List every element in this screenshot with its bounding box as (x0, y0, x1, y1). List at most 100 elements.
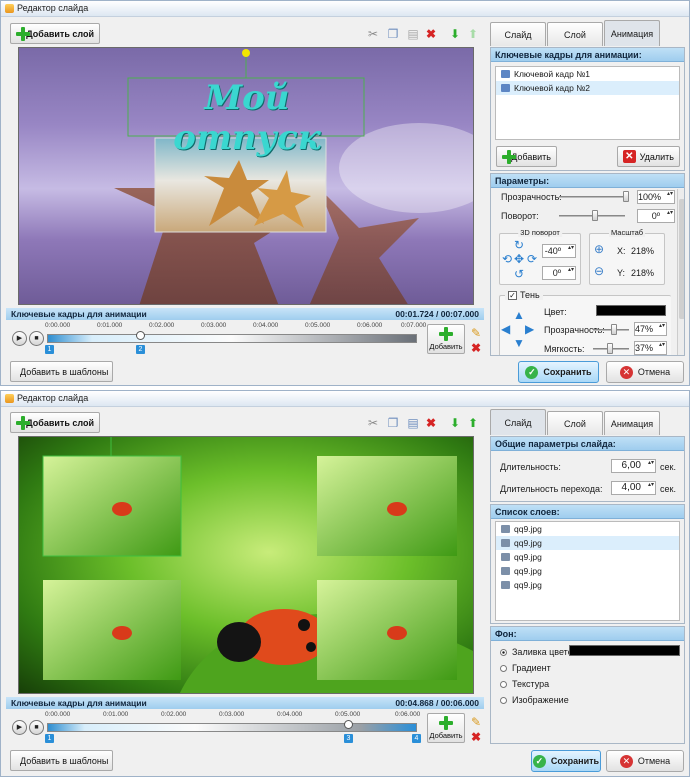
list-item[interactable]: qq9.jpg (496, 536, 679, 550)
copy-icon[interactable]: ❐ (385, 26, 401, 42)
play-button[interactable]: ▶ (12, 331, 27, 346)
shadow-right-icon[interactable]: ▶ (525, 322, 534, 336)
delete-icon[interactable]: ✖ (423, 415, 439, 431)
rotation-slider[interactable] (559, 210, 625, 221)
tab-slide[interactable]: Слайд (490, 22, 546, 46)
timeline-track[interactable] (47, 723, 417, 732)
rotate-down-icon[interactable]: ↺ (514, 267, 524, 281)
radio-icon[interactable] (500, 649, 507, 657)
add-keyframe-button[interactable]: Добавить (496, 146, 557, 167)
tab-layer[interactable]: Слой (547, 411, 603, 435)
softness-slider[interactable] (593, 343, 629, 354)
parameters-scrollbar[interactable] (677, 189, 684, 355)
softness-spin[interactable]: 37% (634, 341, 667, 355)
zoom-in-icon[interactable]: ⊕ (594, 242, 604, 256)
list-item[interactable]: Ключевой кадр №1 (496, 67, 679, 81)
transition-duration-spin[interactable]: 4,00 (611, 481, 656, 495)
stop-button[interactable]: ■ (29, 720, 44, 735)
opacity-slider[interactable] (559, 191, 629, 202)
timeline-add-button[interactable]: Добавить (427, 713, 465, 743)
copy-icon[interactable]: ❐ (385, 415, 401, 431)
rotate-left-icon[interactable]: ⟲ (502, 252, 512, 266)
add-layer-button[interactable]: Добавить слой (10, 23, 100, 44)
radio-icon[interactable] (500, 681, 507, 689)
bg-option-fill[interactable]: Заливка цветом (500, 647, 579, 657)
keyframe-marker[interactable]: 2 (136, 345, 145, 354)
add-to-templates-button[interactable]: Добавить в шаблоны (10, 361, 113, 382)
list-item[interactable]: qq9.jpg (496, 522, 679, 536)
checkbox-icon[interactable]: ✓ (508, 291, 517, 300)
radio-icon[interactable] (500, 665, 507, 673)
shadow-up-icon[interactable]: ▲ (513, 308, 525, 322)
keyframe-marker[interactable]: 4 (412, 734, 421, 743)
cancel-button[interactable]: ✕ Отмена (606, 750, 684, 772)
shadow-left-icon[interactable]: ◀ (501, 322, 510, 336)
rotation-spin[interactable]: 0º (637, 209, 675, 223)
delete-keyframe-icon[interactable]: ✖ (468, 340, 484, 356)
shadow-opacity-slider[interactable] (593, 324, 629, 335)
bg-option-image[interactable]: Изображение (500, 695, 569, 705)
stop-button[interactable]: ■ (29, 331, 44, 346)
shadow-checkbox[interactable]: ✓ Тень (505, 290, 543, 300)
opacity-spin[interactable]: 100% (637, 190, 675, 204)
timeline-add-button[interactable]: Добавить (427, 324, 465, 354)
keyframe-marker[interactable]: 1 (45, 345, 54, 354)
rotate-3d-x-spin[interactable]: -40º (542, 244, 576, 258)
slide-canvas[interactable] (18, 436, 474, 694)
tab-animation[interactable]: Анимация (604, 411, 660, 435)
list-item[interactable]: qq9.jpg (496, 578, 679, 592)
shadow-opacity-spin[interactable]: 47% (634, 322, 667, 336)
cut-icon[interactable]: ✂ (365, 26, 381, 42)
rotate-up-icon[interactable]: ↻ (514, 238, 524, 252)
add-to-templates-button[interactable]: Добавить в шаблоны (10, 750, 113, 771)
radio-icon[interactable] (500, 697, 507, 705)
paste-icon[interactable]: ▤ (405, 26, 421, 42)
rotate-center-icon[interactable]: ✥ (514, 252, 524, 266)
shadow-down-icon[interactable]: ▼ (513, 336, 525, 350)
edit-icon[interactable]: ✎ (468, 714, 484, 730)
save-button[interactable]: ✓ Сохранить (531, 750, 601, 772)
slider-thumb[interactable] (607, 343, 613, 354)
tab-layer[interactable]: Слой (547, 22, 603, 46)
rotate-right-icon[interactable]: ⟳ (527, 252, 537, 266)
move-up-icon[interactable]: ⬆ (465, 415, 481, 431)
add-layer-button[interactable]: Добавить слой (10, 412, 100, 433)
list-item[interactable]: qq9.jpg (496, 550, 679, 564)
move-down-icon[interactable]: ⬇ (447, 26, 463, 42)
list-item[interactable]: Ключевой кадр №2 (496, 81, 679, 95)
scale-y-value[interactable]: 218% (631, 268, 654, 278)
shadow-color-swatch[interactable] (596, 305, 666, 316)
move-down-icon[interactable]: ⬇ (447, 415, 463, 431)
rotate-3d-y-spin[interactable]: 0º (542, 266, 576, 280)
slider-thumb[interactable] (611, 324, 617, 335)
tab-animation[interactable]: Анимация (604, 20, 660, 46)
bg-color-swatch[interactable] (569, 645, 680, 656)
bg-option-texture[interactable]: Текстура (500, 679, 549, 689)
list-item[interactable]: qq9.jpg (496, 564, 679, 578)
cut-icon[interactable]: ✂ (365, 415, 381, 431)
delete-icon[interactable]: ✖ (423, 26, 439, 42)
keyframe-marker[interactable]: 3 (344, 734, 353, 743)
tab-slide[interactable]: Слайд (490, 409, 546, 435)
slider-thumb[interactable] (623, 191, 629, 202)
cancel-button[interactable]: ✕ Отмена (606, 361, 684, 383)
move-up-icon[interactable]: ⬆ (465, 26, 481, 42)
canvas-title-text[interactable]: Мой отпуск (131, 78, 363, 158)
keyframe-marker[interactable]: 1 (45, 734, 54, 743)
delete-keyframe-icon[interactable]: ✖ (468, 729, 484, 745)
slider-thumb[interactable] (592, 210, 598, 221)
playhead[interactable] (344, 720, 353, 729)
edit-icon[interactable]: ✎ (468, 325, 484, 341)
bg-option-gradient[interactable]: Градиент (500, 663, 551, 673)
scrollbar-thumb[interactable] (679, 199, 684, 319)
play-button[interactable]: ▶ (12, 720, 27, 735)
scale-x-value[interactable]: 218% (631, 246, 654, 256)
save-button[interactable]: ✓ Сохранить (518, 361, 599, 383)
playhead[interactable] (136, 331, 145, 340)
zoom-out-icon[interactable]: ⊖ (594, 264, 604, 278)
timeline-track[interactable] (47, 334, 417, 343)
duration-spin[interactable]: 6,00 (611, 459, 656, 473)
delete-keyframe-button[interactable]: ✕ Удалить (617, 146, 680, 167)
paste-icon[interactable]: ▤ (405, 415, 421, 431)
slide-canvas[interactable]: Мой отпуск (18, 47, 474, 305)
